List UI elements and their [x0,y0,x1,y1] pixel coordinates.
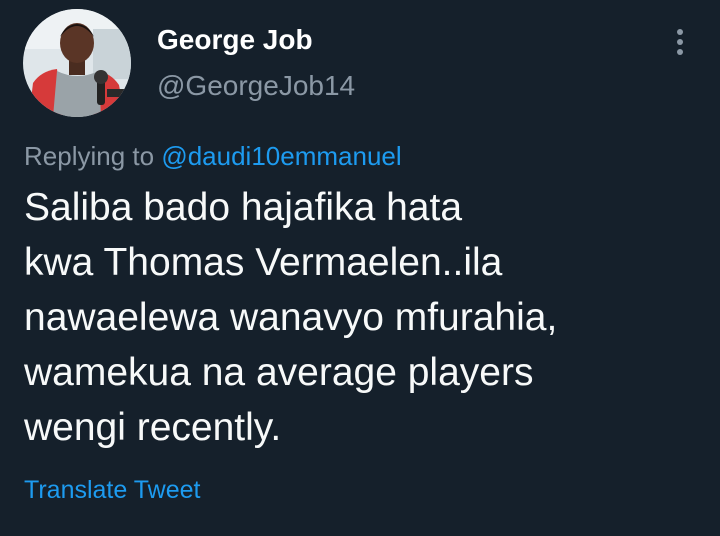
more-options-button[interactable] [660,22,700,62]
more-vertical-icon [677,29,683,55]
replying-to: Replying to @daudi10emmanuel [24,140,402,172]
tweet-card: George Job @GeorgeJob14 Replying to @dau… [0,0,720,536]
reply-mention-link[interactable]: @daudi10emmanuel [161,141,401,171]
translate-tweet-link[interactable]: Translate Tweet [24,474,200,506]
replying-to-label: Replying to [24,141,162,171]
tweet-text: Saliba bado hajafika hata kwa Thomas Ver… [24,186,558,449]
avatar[interactable] [23,9,131,117]
profile-photo-icon [23,9,131,117]
author-handle[interactable]: @GeorgeJob14 [157,70,355,102]
author-name[interactable]: George Job [157,24,313,56]
